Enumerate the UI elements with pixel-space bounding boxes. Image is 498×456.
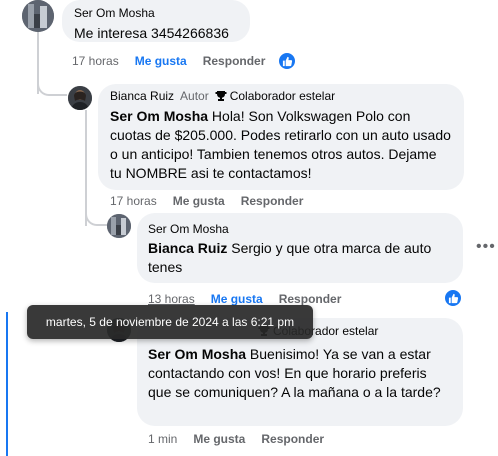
reply-button[interactable]: Responder	[241, 194, 304, 208]
reply-button[interactable]: Responder	[279, 292, 342, 306]
thumbs-up-icon	[448, 293, 458, 303]
focus-edge	[6, 312, 8, 456]
comment-actions: 17 horas Me gusta Responder	[72, 54, 265, 68]
like-button[interactable]: Me gusta	[211, 292, 263, 306]
reply-button[interactable]: Responder	[261, 432, 324, 446]
comment-actions: 13 horas Me gusta Responder	[148, 292, 341, 306]
star-badge-icon	[215, 91, 227, 101]
thread-connector	[85, 210, 107, 226]
comment-author[interactable]: Ser Om Mosha	[148, 221, 229, 237]
like-button[interactable]: Me gusta	[135, 54, 187, 68]
avatar[interactable]	[68, 86, 92, 110]
comment-time[interactable]: 1 min	[148, 432, 177, 446]
like-reaction-badge[interactable]	[444, 289, 462, 307]
comment-bubble: Ser Om Mosha Bianca Ruiz Sergio y que ot…	[137, 213, 463, 283]
comment-bubble: Ser Om Mosha Me interesa 3454266836	[62, 0, 250, 42]
timestamp-tooltip: martes, 5 de noviembre de 2024 a las 6:2…	[27, 305, 313, 339]
comment-time[interactable]: 17 horas	[110, 194, 157, 208]
comment-time[interactable]: 17 horas	[72, 54, 119, 68]
thread-line	[85, 110, 87, 226]
thread-connector	[37, 80, 67, 96]
like-button[interactable]: Me gusta	[173, 194, 225, 208]
comment-time[interactable]: 13 horas	[148, 292, 195, 306]
more-options-icon[interactable]: •••	[476, 238, 496, 256]
comment-actions: 1 min Me gusta Responder	[148, 432, 324, 446]
comment-text: Me interesa 3454266836	[74, 25, 229, 41]
comment-author[interactable]: Bianca Ruiz	[110, 88, 174, 104]
like-reaction-badge[interactable]	[278, 52, 296, 70]
thumbs-up-icon	[282, 56, 292, 66]
mention-link[interactable]: Bianca Ruiz	[148, 240, 227, 256]
top-contributor-label: Colaborador estelar	[229, 89, 336, 103]
avatar[interactable]	[22, 0, 54, 32]
mention-link[interactable]: Ser Om Mosha	[148, 346, 246, 362]
avatar[interactable]	[107, 214, 131, 238]
comment-actions: 17 horas Me gusta Responder	[110, 194, 303, 208]
top-contributor-badge[interactable]: Colaborador estelar	[215, 88, 335, 104]
reply-button[interactable]: Responder	[203, 54, 266, 68]
comment-author[interactable]: Ser Om Mosha	[74, 5, 155, 21]
author-badge: Autor	[180, 89, 209, 103]
mention-link[interactable]: Ser Om Mosha	[110, 108, 208, 124]
like-button[interactable]: Me gusta	[193, 432, 245, 446]
comment-bubble: Bianca Ruiz Autor Colaborador estelar Se…	[98, 84, 464, 190]
